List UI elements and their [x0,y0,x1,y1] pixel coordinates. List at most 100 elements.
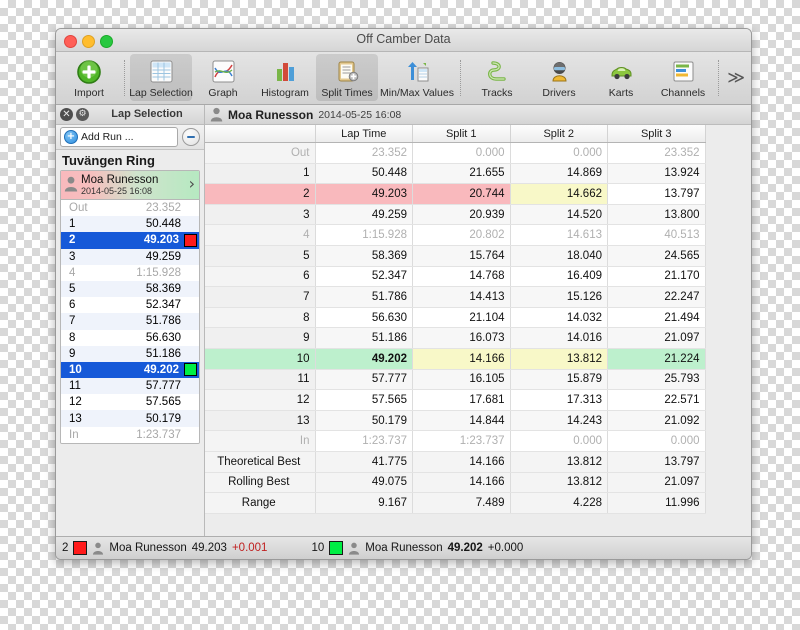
status-color-swatch[interactable] [329,541,344,555]
column-header[interactable]: Split 3 [607,125,706,143]
run-header-row[interactable]: Moa Runesson 2014-05-25 16:08 › [61,171,199,200]
remove-run-button[interactable] [182,128,200,146]
lap-list-item[interactable]: 8 56.630 [61,329,199,346]
lap-color-swatch[interactable] [184,233,197,247]
toolbar-item-import[interactable]: Import [58,54,120,101]
chevron-right-icon[interactable]: › [189,176,195,192]
toolbar-item-histogram[interactable]: Histogram [254,54,316,101]
pane-driver-name: Moa Runesson [228,107,314,122]
up-down-arrows-icon [405,58,430,85]
table-row[interactable]: 13 50.179 14.844 14.243 21.092 [205,410,706,432]
lap-list-item[interactable]: 12 57.565 [61,394,199,411]
table-row[interactable]: 9 51.186 16.073 14.016 21.097 [205,327,706,349]
status-lap-number: 2 [62,542,69,554]
table-cell: 14.869 [510,163,608,185]
table-row[interactable]: 2 49.203 20.744 14.662 13.797 [205,183,706,205]
table-cell: 14.032 [510,307,608,329]
table-row[interactable]: 6 52.347 14.768 16.409 21.170 [205,266,706,288]
status-driver-name: Moa Runesson [109,542,187,554]
row-label: 13 [205,410,316,432]
table-cell: 1:23.737 [315,430,413,452]
column-header[interactable]: Lap Time [315,125,413,143]
summary-row[interactable]: Range 9.167 7.489 4.228 11.996 [205,492,706,514]
toolbar-item-graph[interactable]: Graph [192,54,254,101]
table-cell: 57.565 [315,389,413,411]
table-header-row: Lap Time Split 1 Split 2 Split 3 [205,125,706,143]
row-label: 4 [205,224,316,246]
row-label: 10 [205,348,316,370]
lap-color-swatch[interactable] [184,363,197,377]
table-row[interactable]: 12 57.565 17.681 17.313 22.571 [205,389,706,411]
lap-list-item[interactable]: 7 51.786 [61,313,199,330]
toolbar-separator [124,60,126,96]
table-cell: 0.000 [607,430,706,452]
lap-row-container: Out 23.352 1 50.448 2 49.203 3 49.259 4 1:15.928 5… [61,200,199,443]
lap-list-item[interactable]: 5 58.369 [61,280,199,298]
run-list[interactable]: Moa Runesson 2014-05-25 16:08 › Out 23.35… [56,170,204,536]
close-circle-icon[interactable]: ✕ [60,108,73,121]
lap-list-item[interactable]: 1 50.448 [61,216,199,233]
lap-list-item[interactable]: 13 50.179 [61,410,199,427]
lap-swatch-placeholder [186,381,197,392]
table-cell: 23.352 [607,142,706,164]
table-cell: 14.844 [412,410,511,432]
lap-swatch-placeholder [186,413,197,424]
table-row[interactable]: Out 23.352 0.000 0.000 23.352 [205,142,706,164]
lap-list-item[interactable]: In 1:23.737 [61,426,199,443]
column-header[interactable]: Split 2 [510,125,608,143]
add-run-button[interactable]: + Add Run ... [60,127,178,147]
summary-row[interactable]: Theoretical Best 41.775 14.166 13.812 13.797 [205,450,706,473]
toolbar-item-drivers[interactable]: Drivers [528,54,590,101]
lap-number: Out [69,202,88,215]
row-label: Out [205,142,316,164]
summary-row[interactable]: Rolling Best 49.075 14.166 13.812 21.097 [205,471,706,494]
window-title: Off Camber Data [356,32,451,46]
status-color-swatch[interactable] [73,541,88,555]
table-cell: 18.040 [510,245,608,267]
table-cell: 13.812 [510,450,608,473]
table-row[interactable]: 8 56.630 21.104 14.032 21.494 [205,307,706,329]
reload-circle-icon[interactable]: ⚙ [76,108,89,121]
table-cell: 51.186 [315,327,413,349]
toolbar-item-karts[interactable]: Karts [590,54,652,101]
split-times-table: Lap Time Split 1 Split 2 Split 3 Out 23.352 0… [205,125,706,514]
lap-number: 1 [69,218,76,231]
table-cell: 21.224 [607,348,706,370]
toolbar-item-lap-selection[interactable]: Lap Selection [129,54,193,101]
lap-list-item[interactable]: 9 51.186 [61,345,199,362]
table-row[interactable]: In 1:23.737 1:23.737 0.000 0.000 [205,430,706,452]
split-times-table-wrapper[interactable]: Lap Time Split 1 Split 2 Split 3 Out 23.352 0… [205,125,751,536]
lap-list-item[interactable]: 6 52.347 [61,297,199,314]
row-label: 5 [205,245,316,267]
status-delta: +0.001 [231,542,268,554]
table-cell: 13.924 [607,163,706,185]
pane-header: Moa Runesson 2014-05-25 16:08 [205,105,751,125]
lap-list-item[interactable]: 10 49.202 [61,361,199,379]
minus-circle-icon [187,136,195,138]
table-row[interactable]: 3 49.259 20.939 14.520 13.800 [205,204,706,226]
row-label: 1 [205,163,316,185]
toolbar-item-split-times[interactable]: Split Times [316,54,378,101]
lap-list-item[interactable]: 11 57.777 [61,378,199,395]
table-cell: 14.613 [510,224,608,246]
column-header[interactable]: Split 1 [412,125,511,143]
toolbar-item-tracks[interactable]: Tracks [466,54,528,101]
lap-list-item[interactable]: Out 23.352 [61,200,199,217]
person-icon [93,542,104,555]
table-cell: 15.126 [510,286,608,308]
table-row[interactable]: 5 58.369 15.764 18.040 24.565 [205,245,706,267]
toolbar-overflow-button[interactable]: ≫ [727,68,745,88]
table-cell: 25.793 [607,369,706,391]
lap-list-item[interactable]: 3 49.259 [61,248,199,265]
table-row[interactable]: 1 50.448 21.655 14.869 13.924 [205,163,706,185]
table-row[interactable]: 4 1:15.928 20.802 14.613 40.513 [205,224,706,246]
toolbar-item-minmax-values[interactable]: Min/Max Values [378,54,456,101]
toolbar-item-channels[interactable]: Channels [652,54,714,101]
table-row[interactable]: 10 49.202 14.166 13.812 21.224 [205,348,706,370]
lap-list-item[interactable]: 4 1:15.928 [61,264,199,281]
column-header-blank[interactable] [205,125,316,143]
table-row[interactable]: 11 57.777 16.105 15.879 25.793 [205,369,706,391]
sidebar-actions-row: + Add Run ... [56,125,204,150]
table-row[interactable]: 7 51.786 14.413 15.126 22.247 [205,286,706,308]
lap-list-item[interactable]: 2 49.203 [61,232,199,249]
